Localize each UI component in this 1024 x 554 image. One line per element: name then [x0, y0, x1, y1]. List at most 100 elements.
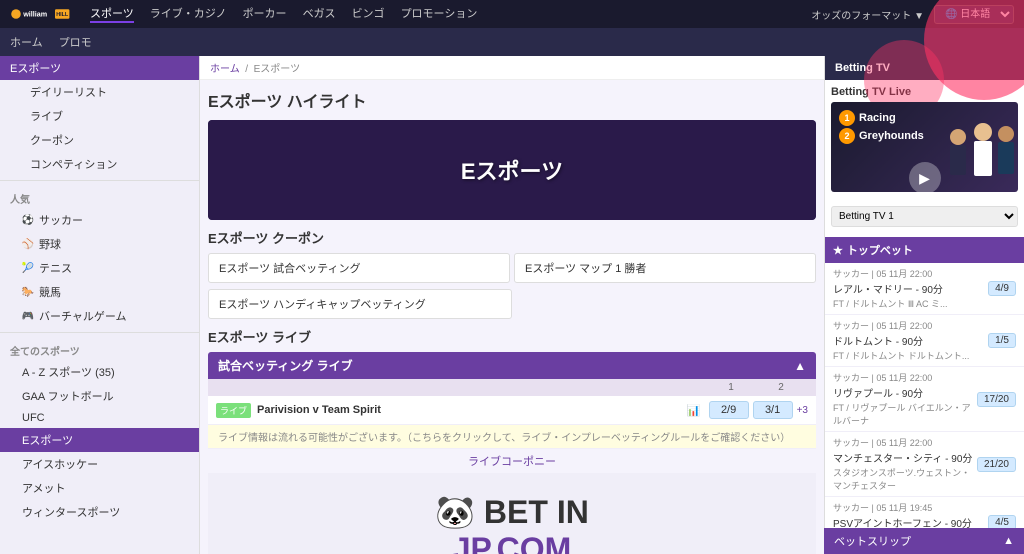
star-icon: ★: [833, 244, 843, 257]
svg-text:william: william: [22, 9, 47, 18]
top-bet-sport-1: サッカー | 05 11月 22:00: [833, 319, 969, 332]
sidebar-item-az-sports[interactable]: A - Z スポーツ (35): [0, 360, 199, 384]
top-bet-row-0: サッカー | 05 11月 22:00 レアル・マドリー - 90分 FT / …: [833, 267, 1016, 310]
betting-tv-live: Betting TV Live: [825, 80, 1024, 237]
top-bet-odds-2[interactable]: 17/20: [977, 392, 1016, 407]
racing-num-2: 2: [839, 128, 855, 144]
play-icon: ▶: [919, 170, 930, 187]
sidebar-divider-2: [0, 332, 199, 333]
soccer-icon: ⚽: [22, 214, 34, 226]
top-bet-detail-2: FT / リヴァプール バイエルン・アルバーナ: [833, 401, 977, 427]
live-section-title: Eスポーツ ライブ: [208, 327, 816, 346]
odds-more[interactable]: +3: [797, 405, 808, 416]
top-bet-match-3: マンチェスター・シティ - 90分: [833, 450, 977, 465]
sidebar-all-sports-label: 全てのスポーツ: [0, 337, 199, 360]
coupon-item-1[interactable]: Eスポーツ マップ 1 勝者: [514, 253, 816, 283]
live-section-chevron[interactable]: ▲: [794, 359, 806, 373]
betting-tv-select[interactable]: Betting TV 1 Betting TV 2 Betting TV 3: [831, 206, 1018, 227]
brand-logo[interactable]: william HILL: [10, 5, 70, 23]
racing-item-2: 2 Greyhounds: [839, 128, 924, 144]
top-bet-item-3: サッカー | 05 11月 22:00 マンチェスター・シティ - 90分 スタ…: [825, 432, 1024, 497]
sidebar-item-tennis[interactable]: 🎾 テニス: [0, 256, 199, 280]
sidebar-item-ice-hockey[interactable]: アイスホッケー: [0, 452, 199, 476]
sidebar-item-amment[interactable]: アメット: [0, 476, 199, 500]
betting-tv-header: Betting TV: [825, 56, 1024, 80]
betinjp-logo: 🐼 BET IN JP.COM: [228, 493, 796, 554]
top-bet-detail-1: FT / ドルトムント ドルトムント...: [833, 349, 969, 362]
sidebar-item-daily-list[interactable]: デイリーリスト: [0, 80, 199, 104]
nav-bingo[interactable]: ビンゴ: [352, 5, 385, 23]
sidebar-item-ufc[interactable]: UFC: [0, 408, 199, 428]
hero-banner: Eスポーツ: [208, 120, 816, 220]
sidebar-item-coupon[interactable]: クーポン: [0, 128, 199, 152]
coupon-grid: Eスポーツ 試合ベッティング Eスポーツ マップ 1 勝者: [208, 253, 816, 283]
sidebar-item-gaa[interactable]: GAA フットボール: [0, 384, 199, 408]
betinjp-area: 🐼 BET IN JP.COM: [208, 473, 816, 554]
live-tab-label[interactable]: 試合ベッティング ライブ: [218, 357, 353, 374]
live-coupon-link[interactable]: ライブコーポニー: [468, 456, 556, 468]
odds-btn-2[interactable]: 3/1: [753, 401, 793, 419]
odds-btn-1[interactable]: 2/9: [709, 401, 749, 419]
live-col-main: [218, 382, 706, 393]
bet-slip-chevron: ▲: [1003, 535, 1014, 547]
top-bet-match-2: リヴァプール - 90分: [833, 385, 977, 400]
sidebar-item-virtual[interactable]: 🎮 バーチャルゲーム: [0, 304, 199, 328]
content-inner: Eスポーツ ハイライト Eスポーツ Eスポーツ クーポン Eスポーツ 試合ベッテ…: [200, 80, 824, 554]
nav-sports[interactable]: スポーツ: [90, 5, 134, 23]
sidebar-popular-label: 人気: [0, 185, 199, 208]
top-bet-row-1: サッカー | 05 11月 22:00 ドルトムント - 90分 FT / ドル…: [833, 319, 1016, 362]
live-table-header: 1 2: [208, 379, 816, 396]
breadcrumb-current: Eスポーツ: [254, 64, 300, 75]
top-bet-match-1: ドルトムント - 90分: [833, 333, 969, 348]
top-bet-item-2: サッカー | 05 11月 22:00 リヴァプール - 90分 FT / リヴ…: [825, 367, 1024, 432]
sidebar-item-live[interactable]: ライブ: [0, 104, 199, 128]
presenters-svg: [938, 112, 1018, 192]
top-nav-right: オッズのフォーマット ▼ 🌐 日本語: [811, 5, 1014, 24]
top-nav-links: スポーツ ライブ・カジノ ポーカー ベガス ビンゴ プロモーション: [90, 5, 477, 23]
top-bet-row-2: サッカー | 05 11月 22:00 リヴァプール - 90分 FT / リヴ…: [833, 371, 1016, 427]
nav-vegas[interactable]: ベガス: [303, 5, 336, 23]
top-bet-sport-0: サッカー | 05 11月 22:00: [833, 267, 948, 280]
nav-poker[interactable]: ポーカー: [243, 5, 287, 23]
hero-banner-text: Eスポーツ: [461, 154, 563, 186]
odds-format-selector[interactable]: オッズのフォーマット ▼: [811, 7, 924, 22]
sidebar-esports-header[interactable]: Eスポーツ: [0, 56, 199, 80]
top-bet-detail-0: FT / ドルトムント Ⅲ AC ミ...: [833, 297, 948, 310]
bet-slip-label: ベットスリップ: [834, 533, 911, 549]
live-col-2: 2: [756, 382, 806, 393]
live-badge: ライブ: [216, 403, 251, 418]
second-nav-home[interactable]: ホーム: [10, 34, 43, 50]
main-layout: Eスポーツ デイリーリスト ライブ クーポン コンペティション 人気 ⚽ サッカ…: [0, 56, 1024, 554]
breadcrumb-home[interactable]: ホーム: [210, 64, 240, 75]
tennis-icon: 🎾: [22, 262, 34, 274]
racing-item-1: 1 Racing: [839, 110, 924, 126]
second-navigation: ホーム プロモ: [0, 28, 1024, 56]
nav-promotions[interactable]: プロモーション: [401, 5, 478, 23]
top-bet-odds-3[interactable]: 21/20: [977, 457, 1016, 472]
top-bet-row-3: サッカー | 05 11月 22:00 マンチェスター・シティ - 90分 スタ…: [833, 436, 1016, 492]
coupon-section-title: Eスポーツ クーポン: [208, 228, 816, 247]
coupon-item-2[interactable]: Eスポーツ ハンディキャップベッティング: [208, 289, 512, 319]
bet-slip-bar[interactable]: ベットスリップ ▲: [824, 528, 1024, 554]
play-button[interactable]: ▶: [909, 162, 941, 194]
nav-live-casino[interactable]: ライブ・カジノ: [150, 5, 227, 23]
top-bets-header: ★ トップベット: [825, 237, 1024, 263]
betting-tv-racing-overlay: 1 Racing 2 Greyhounds: [839, 110, 924, 146]
second-nav-promo[interactable]: プロモ: [59, 34, 92, 50]
sidebar-item-competition[interactable]: コンペティション: [0, 152, 199, 176]
sidebar-item-horse-racing[interactable]: 🐎 競馬: [0, 280, 199, 304]
top-bets-label: トップベット: [847, 242, 913, 258]
sidebar-item-winter-sports[interactable]: ウィンタースポーツ: [0, 500, 199, 524]
top-bet-odds-0[interactable]: 4/9: [988, 281, 1016, 296]
language-selector[interactable]: 🌐 日本語: [934, 5, 1014, 24]
stats-icon[interactable]: 📊: [687, 404, 701, 417]
sidebar-item-baseball[interactable]: ⚾ 野球: [0, 232, 199, 256]
coupon-item-0[interactable]: Eスポーツ 試合ベッティング: [208, 253, 510, 283]
virtual-icon: 🎮: [22, 310, 34, 322]
top-bet-odds-1[interactable]: 1/5: [988, 333, 1016, 348]
live-note: ライブ情報は流れる可能性がございます。（こちらをクリックして、ライブ・インプレー…: [208, 425, 816, 449]
sidebar-item-esports[interactable]: Eスポーツ: [0, 428, 199, 452]
top-bet-sport-4: サッカー | 05 11月 19:45: [833, 501, 987, 514]
main-content: ホーム / Eスポーツ Eスポーツ ハイライト Eスポーツ Eスポーツ クーポン…: [200, 56, 824, 554]
sidebar-item-soccer[interactable]: ⚽ サッカー: [0, 208, 199, 232]
